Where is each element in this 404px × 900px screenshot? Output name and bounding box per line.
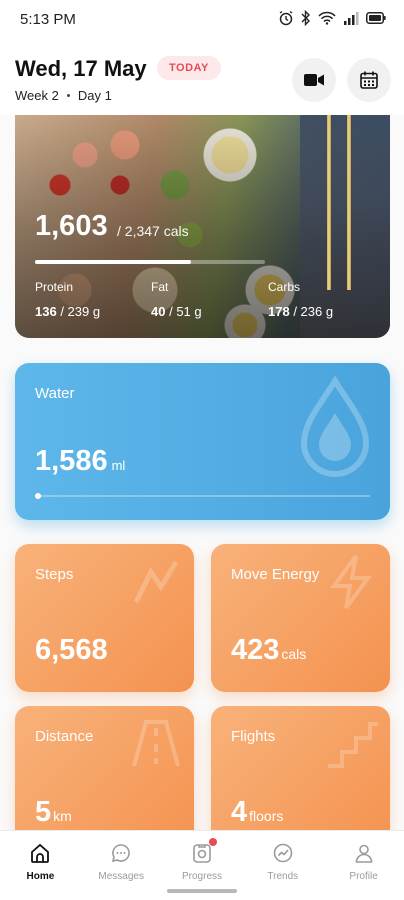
macro-label: Fat <box>151 280 169 294</box>
signal-icon <box>344 12 359 25</box>
water-progress-bar <box>35 493 370 499</box>
home-indicator-bar <box>167 889 237 893</box>
home-icon <box>28 841 52 865</box>
water-drop-icon <box>300 375 370 477</box>
nutrition-content: 1,603 / 2,347 cals Protein 136 / 239 g F… <box>15 115 390 338</box>
macro-value: 136 / 239 g <box>35 304 101 319</box>
calories-progress-fill <box>35 260 192 264</box>
macro-label: Protein <box>35 280 74 294</box>
week-label: Week 2 <box>15 88 59 103</box>
alarm-icon <box>279 10 293 26</box>
calories-progress-bar <box>35 260 265 264</box>
steps-icon <box>133 560 179 604</box>
water-progress-indicator <box>35 493 41 499</box>
stat-value: 6,568 <box>35 634 108 666</box>
macro-value: 40 / 51 g <box>151 304 202 319</box>
move-energy-card[interactable]: Move Energy 423 cals <box>211 544 390 692</box>
water-value: 1,586 ml <box>35 445 126 477</box>
trends-icon <box>271 841 295 865</box>
calendar-icon <box>360 71 378 89</box>
water-title: Water <box>35 385 75 402</box>
wifi-icon <box>318 11 336 25</box>
calories-goal: / 2,347 cals <box>117 223 189 239</box>
steps-card[interactable]: Steps 6,568 <box>15 544 194 692</box>
nav-label: Trends <box>267 871 299 882</box>
nav-label: Home <box>26 871 55 882</box>
status-icons <box>278 10 386 26</box>
date-title: Wed, 17 May <box>15 56 147 81</box>
week-day-line: Week 2 Day 1 <box>15 88 112 103</box>
macro-label: Carbs <box>268 280 301 294</box>
macro-carbs: Carbs 178 / 236 g <box>268 280 333 319</box>
profile-icon <box>352 841 376 865</box>
nav-trends[interactable]: Trends <box>242 831 323 900</box>
distance-icon <box>132 720 180 767</box>
stat-title: Steps <box>35 566 74 583</box>
stat-title: Distance <box>35 728 94 745</box>
macro-fat: Fat 40 / 51 g <box>151 280 202 319</box>
calories-consumed: 1,603 <box>35 210 108 242</box>
header: Wed, 17 May TODAY Week 2 Day 1 <box>0 40 404 115</box>
stat-value: 423 cals <box>231 634 307 666</box>
energy-icon <box>330 554 372 610</box>
nav-profile[interactable]: Profile <box>323 831 404 900</box>
stairs-icon <box>328 722 378 768</box>
status-time: 5:13 PM <box>20 11 76 28</box>
water-card[interactable]: Water 1,586 ml <box>15 363 390 520</box>
nav-home[interactable]: Home <box>0 831 81 900</box>
battery-icon <box>366 12 386 24</box>
day-label: Day 1 <box>77 88 112 103</box>
calendar-button[interactable] <box>347 58 391 102</box>
stat-title: Move Energy <box>231 566 320 583</box>
notification-dot <box>208 838 217 846</box>
stat-title: Flights <box>231 728 276 745</box>
progress-icon <box>190 838 217 865</box>
video-camera-icon <box>304 74 324 86</box>
nav-label: Profile <box>349 871 378 882</box>
nutrition-card[interactable]: 1,603 / 2,347 cals Protein 136 / 239 g F… <box>15 115 390 338</box>
water-unit: ml <box>111 458 126 473</box>
nav-label: Messages <box>98 871 144 882</box>
macro-value: 178 / 236 g <box>268 304 334 319</box>
stat-value: 5 km <box>35 796 72 828</box>
nav-label: Progress <box>181 871 222 882</box>
stat-value: 4 floors <box>231 796 284 828</box>
nav-messages[interactable]: Messages <box>81 831 162 900</box>
macro-protein: Protein 136 / 239 g <box>35 280 100 319</box>
messages-icon <box>109 841 133 865</box>
today-badge[interactable]: TODAY <box>157 56 221 80</box>
status-bar: 5:13 PM <box>0 0 404 40</box>
video-call-button[interactable] <box>292 58 336 102</box>
bluetooth-icon <box>301 10 310 26</box>
separator-dot <box>66 94 70 97</box>
